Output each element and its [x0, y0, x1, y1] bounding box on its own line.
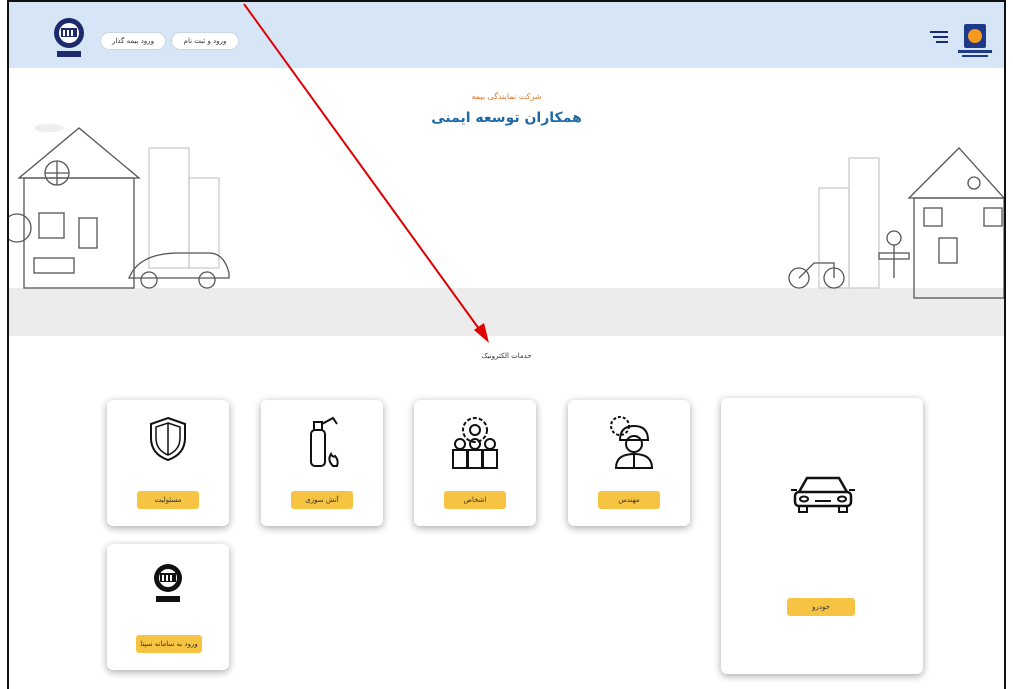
- page-frame: ورود بیمه گذار ورود و ثبت نام شرکت نماین…: [0, 0, 1013, 689]
- service-card-engineer[interactable]: مهندس: [568, 400, 690, 526]
- house-illustration-left: [9, 124, 230, 289]
- fire-extinguisher-icon: [310, 416, 339, 467]
- insurer-login-button[interactable]: ورود بیمه گذار: [100, 32, 166, 50]
- shield-icon: [150, 416, 186, 462]
- people-icon: [452, 417, 498, 469]
- liability-button[interactable]: مسئولیت: [137, 491, 199, 509]
- persons-button[interactable]: اشخاص: [444, 491, 506, 509]
- frame-border-right: [1004, 0, 1006, 689]
- engineer-button[interactable]: مهندس: [598, 491, 660, 509]
- house-illustration-right: [788, 147, 1004, 299]
- service-card-sepanta[interactable]: ورود به سامانه سپتا: [107, 544, 229, 670]
- hamburger-menu-icon[interactable]: [930, 30, 948, 44]
- bimeh-asia-logo: [154, 564, 182, 602]
- fire-button[interactable]: آتش سوزی: [291, 491, 353, 509]
- login-register-button[interactable]: ورود و ثبت نام: [171, 32, 239, 50]
- bimeh-asia-logo[interactable]: [49, 16, 89, 60]
- service-card-fire[interactable]: آتش سوزی: [261, 400, 383, 526]
- engineer-icon: [610, 416, 654, 469]
- hero-title: همکاران توسعه ایمنی: [431, 110, 582, 126]
- services-section-title: خدمات الکترونیک: [481, 352, 532, 360]
- car-button[interactable]: خودرو: [787, 598, 855, 616]
- service-card-liability[interactable]: مسئولیت: [107, 400, 229, 526]
- service-card-car[interactable]: خودرو: [721, 398, 923, 674]
- hamkaran-logo[interactable]: [954, 14, 996, 60]
- hero-banner: شرکت نمایندگی بیمه همکاران توسعه ایمنی: [9, 68, 1004, 336]
- site-header: ورود بیمه گذار ورود و ثبت نام: [9, 2, 1004, 68]
- car-icon: [791, 476, 855, 513]
- service-card-persons[interactable]: اشخاص: [414, 400, 536, 526]
- hero-subtitle: شرکت نمایندگی بیمه: [471, 92, 542, 101]
- sepanta-login-button[interactable]: ورود به سامانه سپتا: [136, 635, 202, 653]
